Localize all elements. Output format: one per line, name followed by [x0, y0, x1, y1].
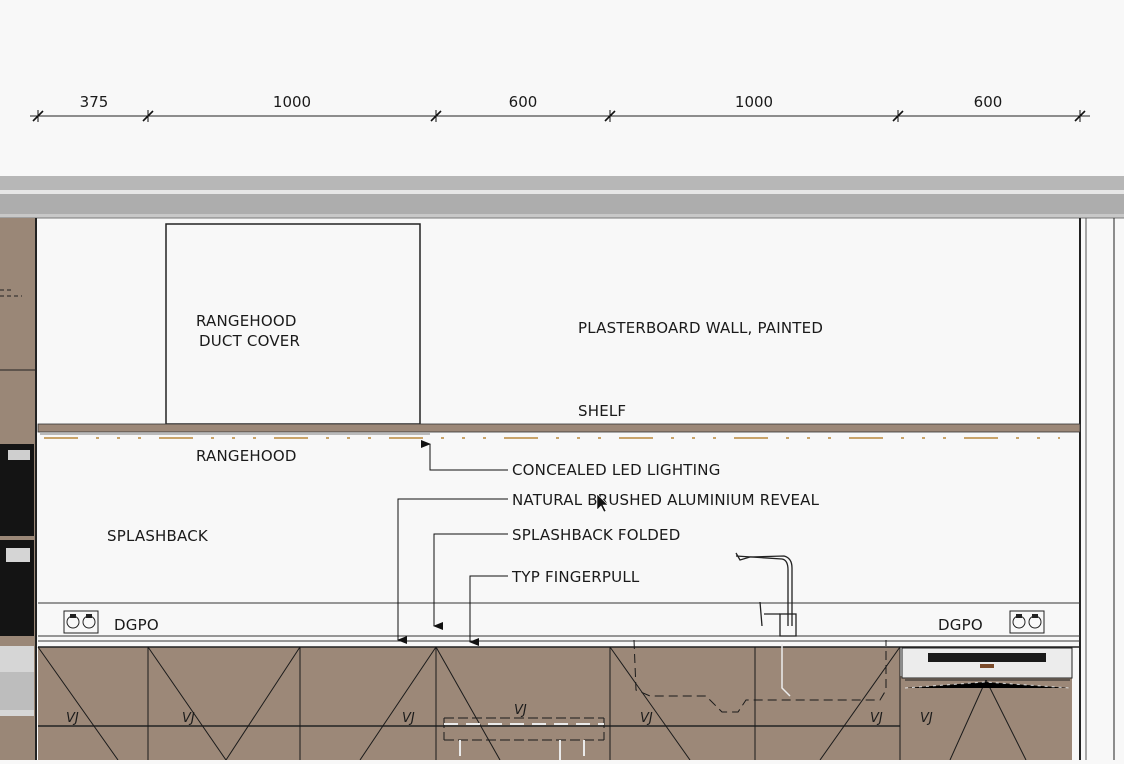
cabinet-mark: VJ [640, 711, 653, 726]
dimension-label: 1000 [273, 93, 311, 111]
shelf-label: SHELF [578, 402, 626, 420]
dimension-label: 1000 [735, 93, 773, 111]
cabinet-mark: VJ [182, 711, 195, 726]
fingerpull-label: TYP FINGERPULL [511, 568, 640, 586]
dimension-label: 375 [80, 93, 109, 111]
cabinet-mark: VJ [514, 703, 527, 718]
cabinet-mark: VJ [66, 711, 79, 726]
sheet-background [0, 0, 1124, 760]
elevation-drawing: 375 1000 600 1000 600 RANGEHOOD DUCT COV… [0, 0, 1124, 761]
elevation-svg: 375 1000 600 1000 600 RANGEHOOD DUCT COV… [0, 0, 1124, 761]
wall-label: PLASTERBOARD WALL, PAINTED [578, 319, 823, 337]
dgpo-label: DGPO [938, 616, 983, 634]
dishwasher-appliance [901, 647, 1073, 679]
base-cabinets [37, 639, 1080, 761]
dgpo-label: DGPO [114, 616, 159, 634]
rangehood-label: RANGEHOOD [196, 447, 297, 465]
led-lighting-label: CONCEALED LED LIGHTING [512, 461, 721, 479]
ceiling-bulkhead [0, 176, 1124, 219]
rangehood-cover-label: DUCT COVER [199, 332, 300, 350]
reveal-label: NATURAL BRUSHED ALUMINIUM REVEAL [512, 491, 820, 509]
left-tall-cabinet [0, 218, 37, 760]
cabinet-mark: VJ [402, 711, 415, 726]
splashback-folded-label: SPLASHBACK FOLDED [512, 526, 680, 544]
cabinet-mark: VJ [920, 711, 933, 726]
dimension-label: 600 [974, 93, 1003, 111]
dimension-label: 600 [509, 93, 538, 111]
cabinet-mark: VJ [870, 711, 883, 726]
splashback-label: SPLASHBACK [107, 527, 209, 545]
rangehood-cover-label: RANGEHOOD [196, 312, 297, 330]
